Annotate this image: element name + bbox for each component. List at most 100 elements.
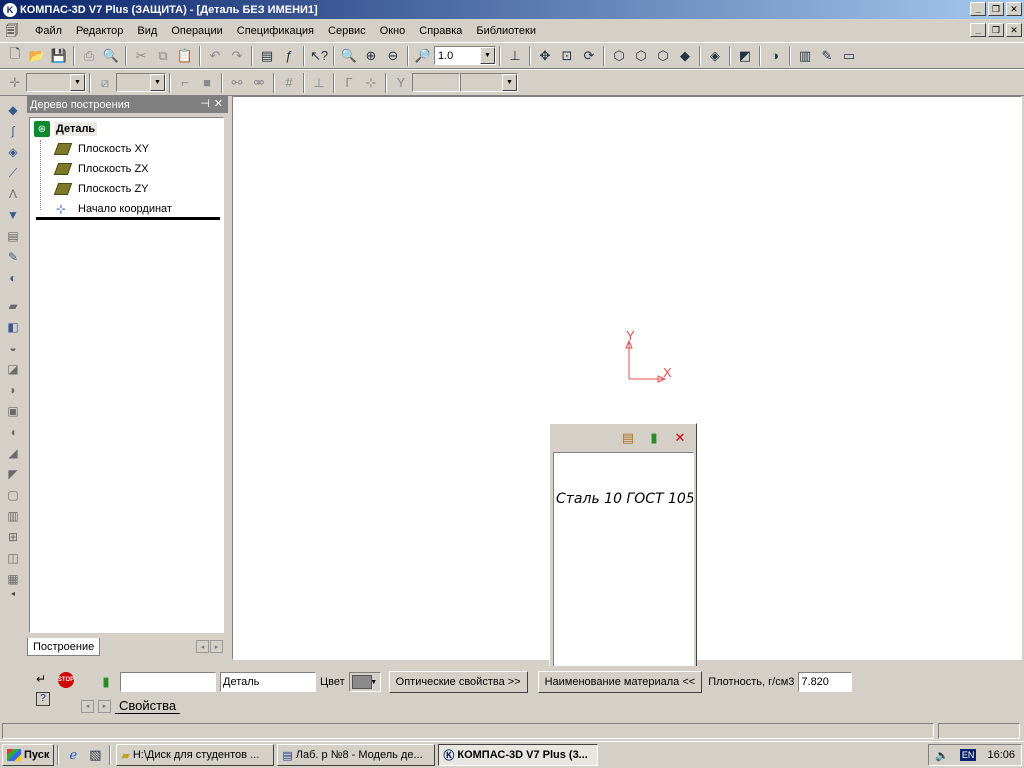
ie-icon[interactable]: ℯ — [62, 744, 84, 766]
library-book-icon[interactable]: ▮ — [96, 671, 116, 693]
extrude-active-icon[interactable]: ◧ — [4, 319, 22, 336]
close-icon[interactable]: ✕ — [670, 428, 690, 448]
function-icon[interactable]: ƒ — [278, 45, 300, 67]
task-word[interactable]: ▤ Лаб. р №8 - Модель де... — [277, 744, 436, 766]
doc-minimize-button[interactable]: _ — [970, 23, 986, 37]
perspective-icon[interactable]: ◩ — [734, 45, 756, 67]
stop-icon[interactable]: STOP — [58, 672, 74, 688]
layer-icon[interactable]: ⧄ — [94, 72, 116, 94]
chamfer-icon[interactable]: ◤ — [4, 465, 22, 482]
snap-combo[interactable]: ▼ — [26, 73, 86, 92]
kompas-app-icon[interactable]: K — [3, 2, 17, 17]
chevron-down-icon[interactable]: ▼ — [369, 674, 379, 690]
sweep-icon[interactable]: ◗ — [4, 382, 22, 399]
task-explorer[interactable]: ▰ H:\Диск для студентов ... — [116, 744, 275, 766]
cut-revolve-icon[interactable]: ◖ — [4, 424, 22, 441]
tree-item-plane-xy[interactable]: Плоскость XY — [53, 143, 149, 155]
chevron-down-icon[interactable]: ▼ — [502, 74, 517, 91]
grid-icon[interactable]: # — [278, 72, 300, 94]
edit-icon[interactable]: ✎ — [4, 249, 22, 266]
point-snap-icon[interactable]: ✛ — [4, 72, 26, 94]
language-indicator[interactable]: EN — [959, 749, 977, 761]
xy-icon[interactable]: Y — [390, 72, 412, 94]
copy-icon[interactable]: ⧉ — [152, 45, 174, 67]
zoom-combo[interactable]: 1.0 ▼ — [434, 46, 496, 65]
zoom-in-icon[interactable]: ⊕ — [360, 45, 382, 67]
color-picker[interactable]: ▼ — [348, 672, 381, 692]
spec-icon[interactable]: ▤ — [4, 228, 22, 245]
panel-icon[interactable]: ▭ — [838, 45, 860, 67]
tree-item-origin[interactable]: ⊹ Начало координат — [56, 203, 172, 215]
revolve-icon[interactable]: ◒ — [4, 340, 22, 357]
aux-geometry-icon[interactable]: ⟋ — [4, 165, 22, 182]
layer-combo[interactable]: ▼ — [116, 73, 166, 92]
document-menu-icon[interactable]: 🗐 — [4, 23, 20, 39]
material-book-icon[interactable]: ▮ — [644, 428, 664, 448]
open-folder-icon[interactable]: 📂 — [26, 45, 48, 67]
designation-field[interactable] — [120, 672, 216, 692]
name-field[interactable]: Деталь — [220, 672, 316, 692]
fillet-icon[interactable]: ◢ — [4, 445, 22, 462]
array-icon[interactable]: ⊞ — [4, 528, 22, 545]
menu-window[interactable]: Окно — [373, 25, 413, 37]
extrude-icon[interactable]: ▰ — [4, 298, 22, 315]
material-item[interactable]: Сталь 10 ГОСТ 1050- — [556, 491, 693, 507]
help-icon[interactable]: ? — [36, 692, 50, 706]
menu-libraries[interactable]: Библиотеки — [469, 25, 543, 37]
paste-icon[interactable]: 📋 — [174, 45, 196, 67]
menu-editor[interactable]: Редактор — [69, 25, 130, 37]
surface-tools-icon[interactable]: ◈ — [4, 144, 22, 161]
density-field[interactable]: 7.820 — [798, 672, 853, 692]
rotate-icon[interactable]: ⟳ — [578, 45, 600, 67]
save-icon[interactable]: 💾 — [48, 45, 70, 67]
shaded-icon[interactable]: ◆ — [674, 45, 696, 67]
close-button[interactable]: ✕ — [1006, 2, 1022, 16]
sheet-metal-icon[interactable]: ◐ — [4, 270, 22, 287]
chevron-down-icon[interactable]: ▼ — [150, 74, 165, 91]
menu-file[interactable]: Файл — [28, 25, 69, 37]
tree-item-plane-zx[interactable]: Плоскость ZX — [53, 163, 149, 175]
x-coord-field[interactable] — [412, 73, 460, 92]
new-document-icon[interactable]: 🗋 — [4, 45, 26, 67]
pan-icon[interactable]: ✥ — [534, 45, 556, 67]
undo-icon[interactable]: ↶ — [204, 45, 226, 67]
cut-extrude-icon[interactable]: ▣ — [4, 403, 22, 420]
menu-service[interactable]: Сервис — [321, 25, 373, 37]
menu-help[interactable]: Справка — [412, 25, 469, 37]
hole-icon[interactable]: ▦ — [4, 570, 22, 587]
tree-root[interactable]: ⊛ Деталь — [34, 121, 98, 137]
menu-specification[interactable]: Спецификация — [230, 25, 321, 37]
close-icon[interactable]: ✕ — [214, 97, 223, 110]
hidden-lines-icon[interactable]: ⬡ — [630, 45, 652, 67]
solid-tools-icon[interactable]: ◆ — [4, 102, 22, 119]
pin-icon[interactable]: ⊣ — [200, 97, 210, 110]
task-kompas[interactable]: Ⓚ КОМПАС-3D V7 Plus (3... — [438, 744, 599, 766]
zoom-window-icon[interactable]: 🔍 — [338, 45, 360, 67]
print-preview-icon[interactable]: 🔍 — [100, 45, 122, 67]
tree-item-plane-zy[interactable]: Плоскость ZY — [53, 183, 149, 195]
doc-close-button[interactable]: ✕ — [1006, 23, 1022, 37]
mirror-icon[interactable]: ◫ — [4, 549, 22, 566]
coords-icon[interactable]: ⊹ — [360, 72, 382, 94]
arrow-left-icon[interactable]: ◂ — [81, 699, 94, 713]
doc-restore-button[interactable]: ❐ — [988, 23, 1004, 37]
enter-icon[interactable]: ↵ — [36, 672, 46, 686]
link-icon[interactable]: ⚯ — [226, 72, 248, 94]
optical-properties-button[interactable]: Оптические свойства >> — [388, 671, 528, 693]
start-button[interactable]: Пуск — [2, 744, 55, 766]
local-cs-icon[interactable]: ⌐ — [174, 72, 196, 94]
restore-button[interactable]: ❐ — [988, 2, 1004, 16]
zoom-out-icon[interactable]: ⊖ — [382, 45, 404, 67]
section-icon[interactable]: ◑ — [764, 45, 786, 67]
loft-icon[interactable]: ◪ — [4, 361, 22, 378]
menu-view[interactable]: Вид — [130, 25, 164, 37]
curve-tools-icon[interactable]: ∫ — [4, 123, 22, 140]
menu-operations[interactable]: Операции — [164, 25, 229, 37]
manager-icon[interactable]: ▤ — [256, 45, 278, 67]
scroll-left-icon[interactable]: ◂ — [11, 589, 15, 598]
material-list-icon[interactable]: ▤ — [618, 428, 638, 448]
volume-icon[interactable]: 🔈 — [935, 749, 949, 762]
show-desktop-icon[interactable]: ▧ — [84, 744, 106, 766]
chevron-down-icon[interactable]: ▼ — [480, 47, 495, 64]
shell-icon[interactable]: ▢ — [4, 486, 22, 503]
